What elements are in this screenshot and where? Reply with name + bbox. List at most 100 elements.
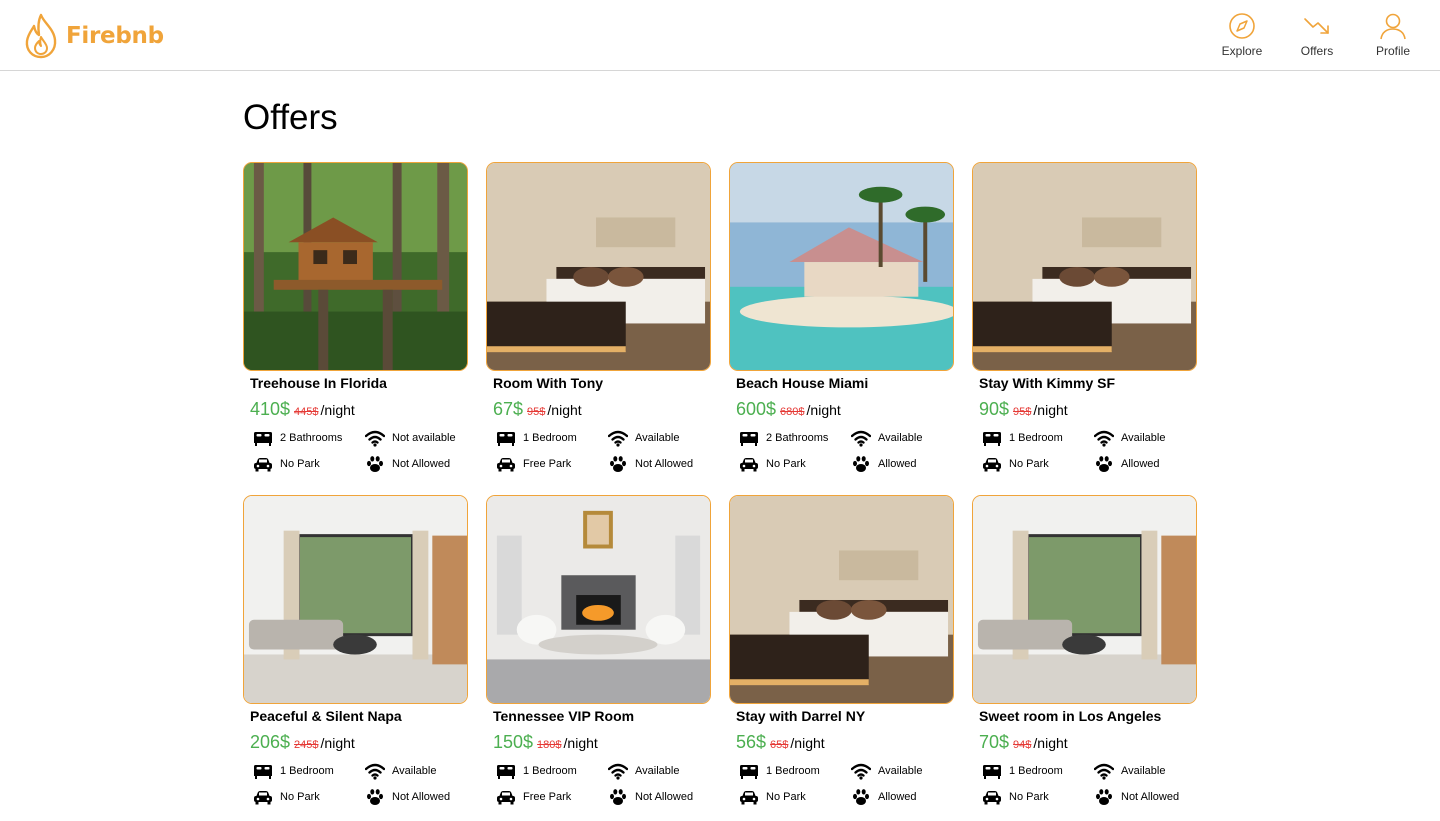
car-icon — [983, 458, 1001, 472]
old-price: 680$ — [780, 406, 805, 418]
pets-info: Not Allowed — [1094, 788, 1179, 806]
old-price: 94$ — [1013, 739, 1032, 751]
paw-icon — [1096, 789, 1112, 805]
parking-info: No Park — [739, 455, 806, 473]
nav-profile[interactable]: Profile — [1358, 12, 1428, 62]
listing-card[interactable]: Tennessee VIP Room 150$ 180$/night 1 Bedroo… — [486, 495, 711, 815]
price-row: 70$ 94$/night — [979, 731, 1068, 756]
pets-info-label: Allowed — [878, 791, 917, 803]
brand-name: Firebnb — [66, 23, 164, 49]
listing-card[interactable]: Sweet room in Los Angeles 70$ 94$/night 1 B… — [972, 495, 1197, 815]
wifi-info-label: Not available — [392, 432, 456, 444]
old-price: 180$ — [537, 739, 562, 751]
listing-title: Stay with Darrel NY — [736, 708, 866, 724]
listing-title-row: Treehouse In Florida — [250, 374, 387, 392]
current-price: 90$ — [979, 399, 1010, 419]
pets-info: Allowed — [851, 788, 917, 806]
wifi-info-label: Available — [635, 765, 680, 777]
bed-icon — [497, 432, 515, 446]
listing-photo[interactable] — [243, 495, 468, 704]
parking-info: No Park — [253, 455, 320, 473]
paw-icon — [610, 789, 626, 805]
price-row: 410$ 445$/night — [250, 398, 355, 423]
listing-title: Beach House Miami — [736, 375, 869, 391]
listing-card[interactable]: Beach House Miami 600$ 680$/night 2 Bathroo… — [729, 162, 954, 482]
pets-info-label: Allowed — [1121, 458, 1160, 470]
wifi-info-label: Available — [635, 432, 680, 444]
wifi-icon — [365, 430, 385, 447]
rooms-info-label: 1 Bedroom — [523, 432, 577, 444]
listing-title-row: Room With Tony — [493, 374, 603, 392]
listing-title-row: Stay with Darrel NY — [736, 707, 865, 725]
car-icon — [497, 458, 515, 472]
car-icon — [740, 458, 758, 472]
bed-icon — [254, 432, 272, 446]
page-title: Offers — [243, 98, 338, 137]
listing-photo[interactable] — [243, 162, 468, 371]
listing-photo[interactable] — [729, 495, 954, 704]
listing-card[interactable]: Stay With Kimmy SF 90$ 95$/night 1 Bedroom A… — [972, 162, 1197, 482]
parking-info-label: Free Park — [523, 791, 572, 803]
paw-icon — [610, 456, 626, 472]
car-icon — [983, 791, 1001, 805]
listing-photo[interactable] — [729, 162, 954, 371]
wifi-info: Available — [1094, 429, 1165, 447]
listing-card[interactable]: Room With Tony 67$ 95$/night 1 Bedroom Avail… — [486, 162, 711, 482]
current-price: 410$ — [250, 399, 291, 419]
pets-info-label: Not Allowed — [392, 458, 451, 470]
rooms-info: 1 Bedroom — [982, 429, 1063, 447]
old-price: 65$ — [770, 739, 789, 751]
price-unit: /night — [790, 735, 825, 751]
parking-info-label: Free Park — [523, 458, 572, 470]
listing-photo[interactable] — [972, 495, 1197, 704]
current-price: 206$ — [250, 732, 291, 752]
wifi-info-label: Available — [878, 432, 923, 444]
parking-info-label: No Park — [766, 791, 806, 803]
wifi-icon — [1094, 430, 1114, 447]
current-price: 56$ — [736, 732, 767, 752]
logo[interactable]: Firebnb — [22, 12, 164, 60]
top-bar: Firebnb Explore Offers Profile — [0, 0, 1440, 71]
rooms-info: 1 Bedroom — [496, 762, 577, 780]
nav-explore[interactable]: Explore — [1207, 12, 1277, 62]
rooms-info-label: 2 Bathrooms — [766, 432, 829, 444]
wifi-icon — [608, 763, 628, 780]
listing-photo[interactable] — [486, 162, 711, 371]
parking-info: No Park — [982, 455, 1049, 473]
price-row: 67$ 95$/night — [493, 398, 582, 423]
pets-info-label: Not Allowed — [635, 791, 694, 803]
listing-photo[interactable] — [486, 495, 711, 704]
wifi-info: Not available — [365, 429, 456, 447]
wifi-info: Available — [851, 762, 922, 780]
rooms-info-label: 1 Bedroom — [1009, 432, 1063, 444]
price-row: 600$ 680$/night — [736, 398, 841, 423]
price-unit: /night — [806, 402, 841, 418]
listing-title-row: Beach House Miami — [736, 374, 868, 392]
nav-offers[interactable]: Offers — [1282, 12, 1352, 62]
listing-card[interactable]: Peaceful & Silent Napa 206$ 245$/night 1 Be… — [243, 495, 468, 815]
bed-icon — [740, 765, 758, 779]
listing-card[interactable]: Treehouse In Florida 410$ 445$/night 2 Bath… — [243, 162, 468, 482]
car-icon — [254, 791, 272, 805]
nav-profile-label: Profile — [1375, 44, 1410, 58]
wifi-icon — [365, 763, 385, 780]
rooms-info: 2 Bathrooms — [739, 429, 828, 447]
wifi-info: Available — [608, 762, 679, 780]
price-unit: /night — [320, 402, 355, 418]
bed-icon — [497, 765, 515, 779]
listing-photo[interactable] — [972, 162, 1197, 371]
wifi-info-label: Available — [392, 765, 437, 777]
price-row: 206$ 245$/night — [250, 731, 355, 756]
pets-info-label: Not Allowed — [635, 458, 694, 470]
bed-icon — [983, 432, 1001, 446]
wifi-info: Available — [365, 762, 436, 780]
listing-title: Room With Tony — [493, 375, 604, 391]
flame-icon — [25, 13, 57, 59]
listing-card[interactable]: Stay with Darrel NY 56$ 65$/night 1 Bedroom… — [729, 495, 954, 815]
wifi-info: Available — [608, 429, 679, 447]
rooms-info-label: 1 Bedroom — [523, 765, 577, 777]
pets-info: Not Allowed — [608, 788, 693, 806]
current-price: 150$ — [493, 732, 534, 752]
price-row: 56$ 65$/night — [736, 731, 825, 756]
pets-info-label: Not Allowed — [392, 791, 451, 803]
